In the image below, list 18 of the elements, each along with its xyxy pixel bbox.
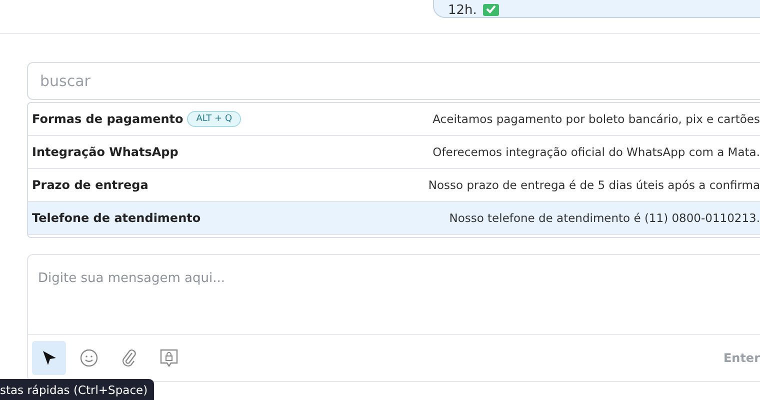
quick-reply-row[interactable]: Integração WhatsApp Oferecemos integração oficial do WhatsApp com a Mata. [28, 136, 760, 169]
check-icon [482, 4, 499, 16]
reply-title: Integração WhatsApp [32, 145, 178, 159]
quick-reply-row[interactable]: Telefone de atendimento Nosso telefone de atendimento é (11) 0800-0110213. [28, 202, 760, 235]
reply-title: Telefone de atendimento [32, 211, 201, 225]
reply-title: Prazo de entrega [32, 178, 148, 192]
send-hint: Enter [723, 351, 760, 365]
quick-reply-row[interactable]: Formas de pagamento ALT + Q Aceitamos pagamento por boleto bancário, pix e cartões [28, 103, 760, 136]
shortcut-badge: ALT + Q [187, 111, 242, 127]
reply-text: Nosso prazo de entrega é de 5 dias úteis após a confirma [428, 178, 760, 192]
search-field[interactable]: buscar [27, 62, 760, 100]
reply-text: Oferecemos integração oficial do WhatsApp com a Mata. [432, 145, 760, 159]
message-text: 12h. [448, 4, 477, 17]
reply-text: Aceitamos pagamento por boleto bancário, pix e cartões [432, 112, 760, 126]
tooltip: stas rápidas (Ctrl+Space) [0, 379, 154, 400]
reply-text: Nosso telefone de atendimento é (11) 0800-0110213. [449, 211, 760, 225]
cursor-icon[interactable] [32, 341, 66, 375]
reply-title: Formas de pagamento [32, 112, 184, 126]
